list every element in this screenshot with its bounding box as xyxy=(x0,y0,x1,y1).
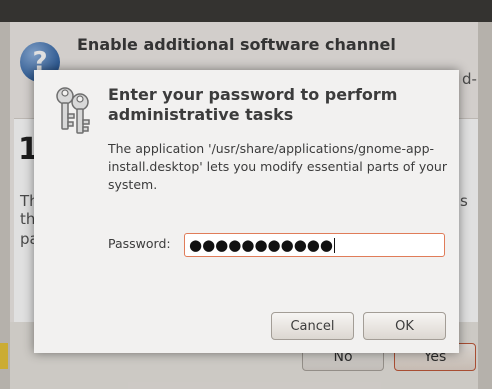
keys-icon xyxy=(56,87,90,134)
authentication-dialog: Enter your password to perform administr… xyxy=(34,70,459,353)
cancel-button[interactable]: Cancel xyxy=(271,312,354,340)
text-caret xyxy=(333,237,335,253)
password-label: Password: xyxy=(108,236,171,251)
password-value: ●●●●●●●●●●● xyxy=(189,236,333,254)
dialog-description: The application '/usr/share/applications… xyxy=(108,141,447,192)
password-input[interactable]: ●●●●●●●●●●● xyxy=(184,233,445,257)
dialog-title: Enter your password to perform administr… xyxy=(108,85,398,124)
ok-button[interactable]: OK xyxy=(363,312,446,340)
